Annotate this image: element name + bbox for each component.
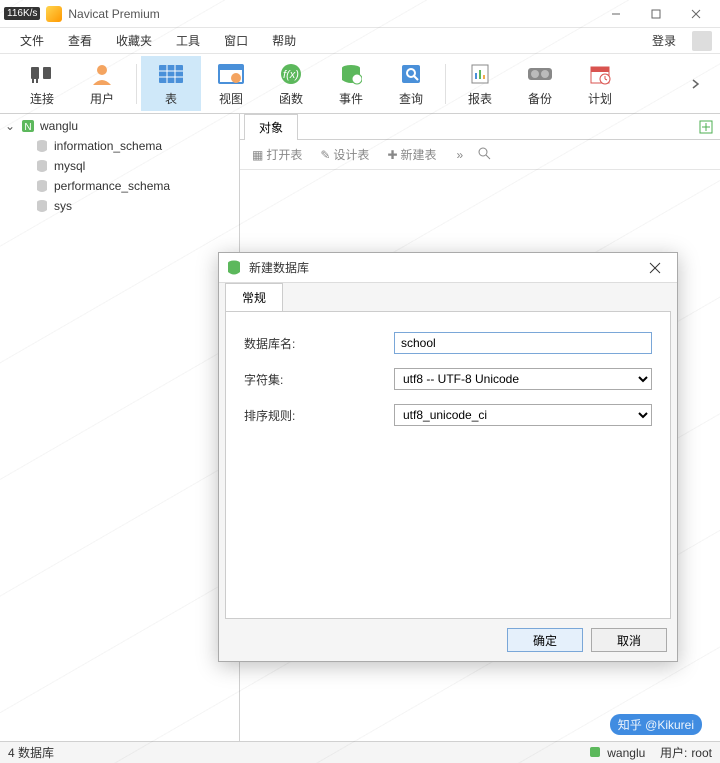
open-icon: ▦ [252, 148, 263, 162]
tree-connection-label: wanglu [40, 119, 78, 133]
toolbar-separator [136, 64, 137, 104]
tree-database[interactable]: information_schema [0, 136, 239, 156]
add-tab-button[interactable] [696, 117, 716, 137]
menu-window[interactable]: 窗口 [212, 28, 260, 53]
tool-report[interactable]: 报表 [450, 56, 510, 111]
network-speed-badge: 116K/s [4, 7, 40, 20]
chevron-right-icon [690, 78, 702, 90]
status-db-count: 4 数据库 [8, 744, 589, 761]
status-user-label: 用户: [660, 744, 687, 761]
new-table-button[interactable]: ✚新建表 [383, 144, 440, 165]
status-connection: wanglu 用户: root [589, 744, 712, 761]
plus-icon [699, 120, 713, 134]
menubar: 文件 查看 收藏夹 工具 窗口 帮助 登录 [0, 28, 720, 54]
watermark: 知乎 @Kikurei [610, 714, 702, 735]
tool-function[interactable]: f(x) 函数 [261, 56, 321, 111]
main-toolbar: 连接 用户 表 视图 f(x) 函数 事件 查询 报表 备份 计划 [0, 54, 720, 114]
tree-database[interactable]: sys [0, 196, 239, 216]
dialog-footer: 确定 取消 [219, 619, 677, 661]
dialog-titlebar: 新建数据库 [219, 253, 677, 283]
database-icon [34, 158, 50, 174]
db-name-input[interactable] [394, 332, 652, 354]
db-name-label: 数据库名: [244, 335, 394, 352]
database-icon [227, 260, 243, 276]
menu-tools[interactable]: 工具 [164, 28, 212, 53]
minimize-button[interactable] [596, 0, 636, 28]
tool-event[interactable]: 事件 [321, 56, 381, 111]
status-connection-name: wanglu [607, 746, 645, 760]
open-table-button[interactable]: ▦打开表 [248, 144, 306, 165]
design-icon: ✎ [320, 148, 330, 162]
event-icon [337, 60, 365, 88]
menu-file[interactable]: 文件 [8, 28, 56, 53]
cancel-button[interactable]: 取消 [591, 628, 667, 652]
tree-connection[interactable]: ⌄ N wanglu [0, 116, 239, 136]
charset-label: 字符集: [244, 371, 394, 388]
report-icon [466, 60, 494, 88]
maximize-icon [651, 9, 661, 19]
window-titlebar: 116K/s Navicat Premium [0, 0, 720, 28]
minimize-icon [611, 9, 621, 19]
menu-view[interactable]: 查看 [56, 28, 104, 53]
backup-icon [526, 60, 554, 88]
dialog-body: 数据库名: 字符集: utf8 -- UTF-8 Unicode 排序规则: u… [225, 311, 671, 619]
toolbar-more[interactable]: » [457, 148, 464, 162]
tree-database[interactable]: mysql [0, 156, 239, 176]
menu-login[interactable]: 登录 [640, 28, 688, 53]
connection-icon [589, 746, 603, 760]
new-database-dialog: 新建数据库 常规 数据库名: 字符集: utf8 -- UTF-8 Unicod… [218, 252, 678, 662]
status-user-value: root [691, 746, 712, 760]
dialog-title: 新建数据库 [249, 259, 641, 276]
dialog-tab-general[interactable]: 常规 [225, 283, 283, 311]
tab-objects[interactable]: 对象 [244, 114, 298, 140]
close-button[interactable] [676, 0, 716, 28]
query-icon [397, 60, 425, 88]
database-icon [34, 178, 50, 194]
search-button[interactable] [477, 146, 495, 164]
schedule-icon [586, 60, 614, 88]
collation-select[interactable]: utf8_unicode_ci [394, 404, 652, 426]
new-icon: ✚ [387, 148, 397, 162]
view-icon [217, 60, 245, 88]
database-icon [34, 198, 50, 214]
user-icon [88, 60, 116, 88]
collapse-icon[interactable]: ⌄ [4, 119, 16, 133]
app-logo-icon [46, 6, 62, 22]
database-icon [34, 138, 50, 154]
dialog-close-button[interactable] [641, 254, 669, 282]
tool-table[interactable]: 表 [141, 56, 201, 111]
sidebar: ⌄ N wanglu information_schema mysql perf… [0, 114, 240, 741]
object-toolbar: ▦打开表 ✎设计表 ✚新建表 » [240, 140, 720, 170]
svg-text:N: N [24, 122, 31, 133]
menu-favorites[interactable]: 收藏夹 [104, 28, 164, 53]
charset-select[interactable]: utf8 -- UTF-8 Unicode [394, 368, 652, 390]
close-icon [649, 262, 661, 274]
ok-button[interactable]: 确定 [507, 628, 583, 652]
dialog-tabs: 常规 [219, 283, 677, 311]
tree-database[interactable]: performance_schema [0, 176, 239, 196]
toolbar-separator [445, 64, 446, 104]
tool-backup[interactable]: 备份 [510, 56, 570, 111]
search-icon [477, 146, 491, 160]
collation-label: 排序规则: [244, 407, 394, 424]
tool-view[interactable]: 视图 [201, 56, 261, 111]
object-tabs: 对象 [240, 114, 720, 140]
table-icon [157, 60, 185, 88]
maximize-button[interactable] [636, 0, 676, 28]
toolbar-overflow[interactable] [684, 74, 708, 94]
window-title: Navicat Premium [68, 7, 596, 21]
design-table-button[interactable]: ✎设计表 [316, 144, 373, 165]
tool-schedule[interactable]: 计划 [570, 56, 630, 111]
tool-connection[interactable]: 连接 [12, 56, 72, 111]
tool-user[interactable]: 用户 [72, 56, 132, 111]
function-icon: f(x) [277, 60, 305, 88]
close-icon [691, 9, 701, 19]
plug-icon [28, 60, 56, 88]
user-avatar-icon[interactable] [692, 31, 712, 51]
statusbar: 4 数据库 wanglu 用户: root [0, 741, 720, 763]
connection-icon: N [20, 118, 36, 134]
svg-text:f(x): f(x) [283, 69, 299, 81]
tool-query[interactable]: 查询 [381, 56, 441, 111]
menu-help[interactable]: 帮助 [260, 28, 308, 53]
